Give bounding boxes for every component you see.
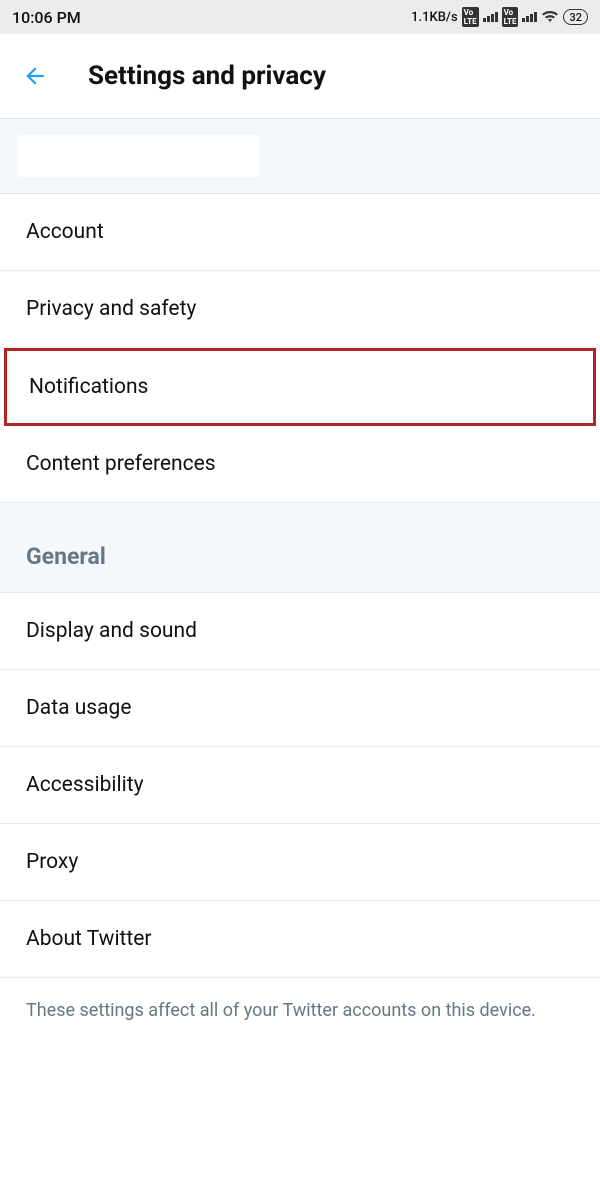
app-header: Settings and privacy: [0, 34, 600, 118]
settings-item-label: Proxy: [26, 850, 78, 874]
arrow-left-icon: [22, 63, 48, 89]
footer-note: These settings affect all of your Twitte…: [0, 978, 600, 1043]
settings-item-label: About Twitter: [26, 927, 152, 951]
settings-item-label: Data usage: [26, 696, 131, 720]
account-redacted: [18, 135, 258, 177]
section-header-general: General: [0, 503, 600, 593]
net-speed: 1.1KB/s: [411, 10, 458, 25]
signal-icon-1: [483, 12, 498, 22]
settings-item-display[interactable]: Display and sound: [0, 593, 600, 670]
signal-icon-2: [522, 12, 537, 22]
settings-item-content-prefs[interactable]: Content preferences: [0, 426, 600, 503]
page-title: Settings and privacy: [88, 61, 326, 91]
settings-item-label: Notifications: [29, 375, 148, 399]
volte-icon-1: VoLTE: [462, 7, 479, 27]
settings-item-accessibility[interactable]: Accessibility: [0, 747, 600, 824]
settings-item-proxy[interactable]: Proxy: [0, 824, 600, 901]
settings-item-data-usage[interactable]: Data usage: [0, 670, 600, 747]
status-bar: 10:06 PM 1.1KB/s VoLTE VoLTE 32: [0, 0, 600, 34]
wifi-icon: [541, 8, 559, 27]
back-button[interactable]: [20, 61, 50, 91]
settings-item-privacy[interactable]: Privacy and safety: [0, 271, 600, 348]
volte-icon-2: VoLTE: [502, 7, 519, 27]
battery-icon: 32: [563, 9, 588, 25]
settings-item-label: Content preferences: [26, 452, 216, 476]
settings-item-about[interactable]: About Twitter: [0, 901, 600, 978]
settings-item-notifications[interactable]: Notifications: [4, 348, 596, 426]
settings-item-label: Accessibility: [26, 773, 144, 797]
settings-item-label: Account: [26, 220, 104, 244]
settings-item-label: Display and sound: [26, 619, 197, 643]
status-time: 10:06 PM: [12, 8, 81, 27]
status-right: 1.1KB/s VoLTE VoLTE 32: [411, 7, 588, 27]
settings-item-account[interactable]: Account: [0, 194, 600, 271]
account-strip[interactable]: [0, 118, 600, 194]
settings-item-label: Privacy and safety: [26, 297, 196, 321]
